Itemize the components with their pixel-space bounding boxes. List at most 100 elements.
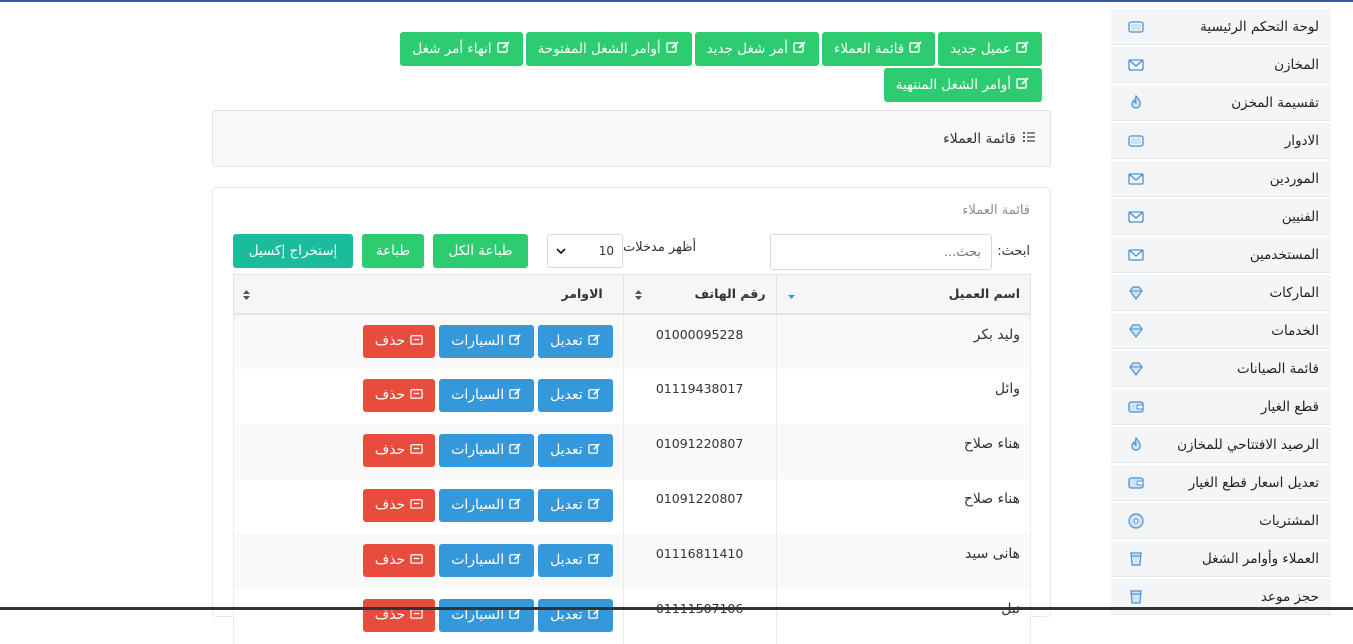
disc-icon (1125, 510, 1147, 532)
edit-icon (496, 40, 511, 58)
column-header-phone[interactable]: رقم الهاتف (622, 274, 777, 315)
sidebar-item-label: حجز موعد (1260, 588, 1319, 605)
cell-name: نبل (775, 588, 1032, 644)
edit-button[interactable]: تعديل (538, 433, 613, 467)
sidebar-item-label: الرصيد الافتتاحي للمخازن (1177, 436, 1319, 453)
cell-phone: 01111507106 (622, 588, 777, 644)
sidebar-item[interactable]: المستخدمين (1111, 237, 1331, 273)
edit-icon (509, 333, 522, 350)
wallet-icon (1125, 16, 1147, 38)
top-button-label: أمر شغل جديد (706, 41, 789, 57)
chevron-down-icon (556, 244, 566, 258)
delete-button[interactable]: حذف (362, 488, 436, 522)
cars-button[interactable]: السيارات (439, 598, 535, 632)
column-header-name[interactable]: اسم العميل (775, 274, 1032, 315)
top-action-buttons: عميل جديد قائمة العملاء أمر شغل جديد أوامر … (349, 32, 1042, 102)
edit-icon (509, 552, 522, 569)
delete-button[interactable]: حذف (362, 598, 436, 632)
delete-button[interactable]: حذف (362, 543, 436, 577)
cell-actions: تعديل السيارات حذف (233, 313, 624, 369)
print-button[interactable]: طباعة (362, 234, 424, 268)
cell-actions: تعديل السيارات حذف (233, 368, 624, 424)
cars-button[interactable]: السيارات (439, 433, 535, 467)
breadcrumb: قائمة العملاء (212, 110, 1051, 167)
table-row: نبل01111507106 تعديلالسياراتحذف (233, 588, 1032, 644)
cell-name: وليد بكر (775, 313, 1032, 369)
sidebar-item[interactable]: قائمة الصيانات (1111, 351, 1331, 387)
page-length-value: 10 (598, 244, 614, 258)
trash-icon (410, 497, 423, 514)
delete-button[interactable]: حذف (362, 378, 436, 412)
top-button[interactable]: أوامر الشغل المفتوحة (525, 32, 692, 66)
cars-button[interactable]: السيارات (439, 378, 535, 412)
sidebar-item[interactable]: الفنيين (1111, 199, 1331, 235)
table-row: هانى سيد 01116811410 تعديل السيارات حذف (233, 533, 1032, 589)
sidebar-item[interactable]: تعديل اسعار قطع الغيار (1111, 465, 1331, 501)
sidebar-item[interactable]: قطع الغيار (1111, 389, 1331, 425)
sidebar-item-label: تعديل اسعار قطع الغيار (1188, 474, 1319, 491)
page-length-select[interactable]: 10 (547, 234, 623, 268)
sidebar-item[interactable]: تقسيمة المخزن (1111, 85, 1331, 121)
sidebar-item[interactable]: الماركات (1111, 275, 1331, 311)
envelope-icon (1125, 244, 1147, 266)
column-header-actions[interactable]: الاوامر (233, 274, 624, 315)
sidebar-item[interactable]: لوحة التحكم الرئيسية (1111, 9, 1331, 45)
diamond-icon (1125, 320, 1147, 342)
sidebar-item-label: الفنيين (1281, 208, 1319, 225)
sidebar-item[interactable]: الموردين (1111, 161, 1331, 197)
sidebar-item[interactable]: الادوار (1111, 123, 1331, 159)
edit-button[interactable]: تعديل (538, 324, 613, 358)
delete-button[interactable]: حذف (362, 324, 436, 358)
sort-icon (634, 289, 643, 304)
cell-actions: تعديل السيارات حذف (233, 533, 624, 589)
cell-phone: 01000095228 (622, 313, 777, 369)
diamond-icon (1125, 358, 1147, 380)
breadcrumb-label: قائمة العملاء (943, 130, 1016, 147)
sidebar-item[interactable]: العملاء وأوامر الشغل (1111, 541, 1331, 577)
cars-button[interactable]: السيارات (439, 488, 535, 522)
edit-button[interactable]: تعديل (538, 598, 613, 632)
cars-button[interactable]: السيارات (439, 543, 535, 577)
print-all-button[interactable]: طباعة الكل (433, 234, 528, 268)
table-row: وائل 01119438017 تعديل السيارات حذف (233, 368, 1032, 424)
edit-icon (1016, 76, 1030, 94)
edit-button[interactable]: تعديل (538, 488, 613, 522)
sidebar-item[interactable]: الخدمات (1111, 313, 1331, 349)
search-label: ابحث: (997, 244, 1030, 259)
edit-icon (509, 497, 522, 514)
sidebar-item[interactable]: الرصيد الافتتاحي للمخازن (1111, 427, 1331, 463)
edit-button[interactable]: تعديل (538, 378, 613, 412)
top-button[interactable]: أوامر الشغل المنتهية (883, 68, 1042, 102)
edit-icon (1016, 40, 1030, 58)
cars-button[interactable]: السيارات (439, 324, 535, 358)
trash-icon (410, 333, 423, 350)
edit-icon (909, 40, 923, 58)
sidebar-item-label: المستخدمين (1249, 246, 1319, 263)
edit-button[interactable]: تعديل (538, 543, 613, 577)
customers-table: اسم العميل رقم الهاتف الاوامر وليد بكر 0… (233, 274, 1032, 644)
top-button[interactable]: قائمة العملاء (822, 32, 936, 66)
sidebar-item-label: الادوار (1284, 132, 1319, 149)
envelope-icon (1125, 206, 1147, 228)
edit-icon (509, 387, 522, 404)
sidebar-item-label: العملاء وأوامر الشغل (1201, 550, 1319, 567)
trash-icon (410, 387, 423, 404)
sidebar-item-label: الخدمات (1271, 322, 1319, 339)
top-button-label: أوامر الشغل المفتوحة (537, 41, 661, 57)
search-input[interactable] (770, 234, 992, 270)
sidebar-item-label: تقسيمة المخزن (1231, 94, 1319, 111)
cell-name: وائل (775, 368, 1032, 424)
length-label: أظهر مدخلات (623, 240, 697, 255)
table-row: وليد بكر 01000095228 تعديل السيارات حذف (233, 313, 1032, 369)
top-button[interactable]: عميل جديد (938, 32, 1042, 66)
sidebar-item[interactable]: المخازن (1111, 47, 1331, 83)
top-button[interactable]: انهاء أمر شغل (400, 32, 523, 66)
cell-phone: 01091220807 (622, 478, 777, 534)
sidebar-item[interactable]: المشتريات (1111, 503, 1331, 539)
edit-icon (665, 40, 680, 58)
delete-button[interactable]: حذف (362, 433, 436, 467)
sidebar-item-label: المخازن (1274, 56, 1319, 73)
top-button[interactable]: أمر شغل جديد (694, 32, 820, 66)
cup-icon (1125, 548, 1147, 570)
export-excel-button[interactable]: إستخراج إكسيل (233, 234, 353, 268)
